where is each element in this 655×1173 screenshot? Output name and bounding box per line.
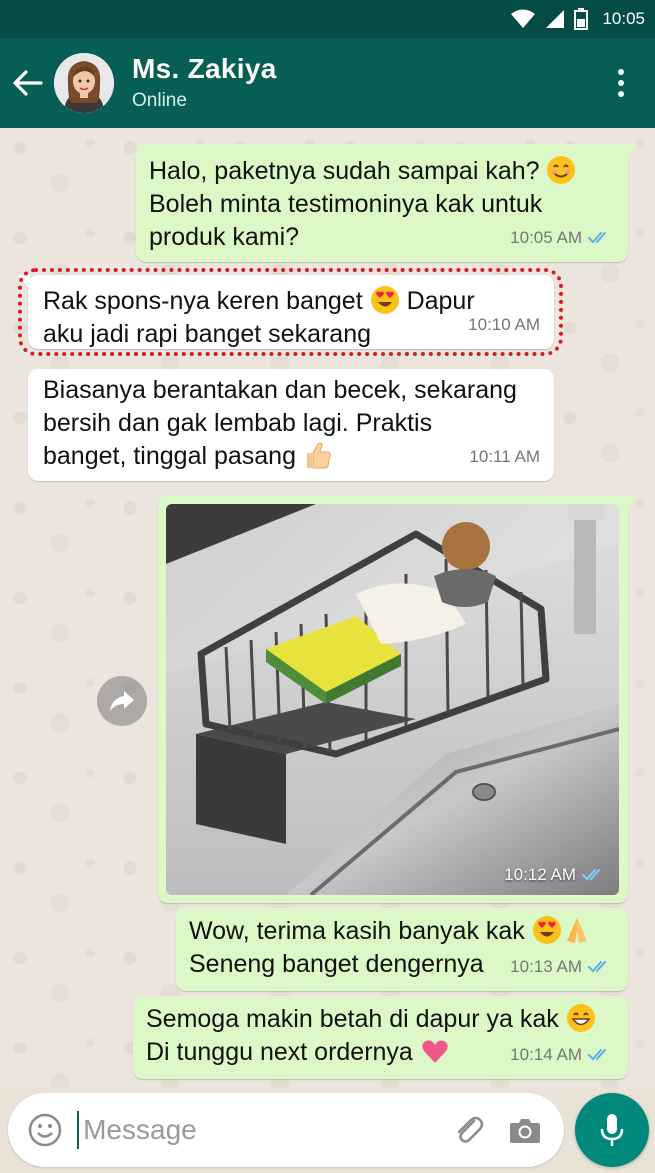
message-bubble-outgoing[interactable]: Wow, terima kasih banyak kak Seneng bang… xyxy=(176,908,628,991)
status-bar: 10:05 xyxy=(0,0,655,38)
chat-area[interactable]: Halo, paketnya sudah sampai kah? Boleh m… xyxy=(0,128,655,1088)
contact-status: Online xyxy=(132,89,187,111)
menu-dot-icon xyxy=(618,91,624,97)
forward-arrow-icon xyxy=(110,691,134,711)
message-time: 10:11 AM xyxy=(469,447,540,466)
message-line: bersih dan gak lembab lagi. Praktis xyxy=(43,409,433,437)
message-line: Biasanya berantakan dan becek, sekarang xyxy=(43,376,517,404)
folded-hands-emoji-icon xyxy=(562,915,592,945)
message-time: 10:05 AM xyxy=(510,228,582,247)
contact-info[interactable]: Ms. Zakiya Online xyxy=(132,53,601,112)
avatar[interactable] xyxy=(54,53,114,113)
message-line: banget, tinggal pasang xyxy=(43,440,540,473)
emoji-face-icon xyxy=(28,1113,61,1147)
camera-icon xyxy=(510,1119,541,1143)
message-line: Semoga makin betah di dapur ya kak xyxy=(146,1003,614,1036)
user-avatar-icon xyxy=(54,53,114,113)
more-options-button[interactable] xyxy=(601,53,641,113)
image-message-bubble[interactable]: 10:12 AM xyxy=(158,496,638,903)
smiling-face-emoji-icon xyxy=(546,155,576,185)
menu-dot-icon xyxy=(618,80,624,86)
message-meta: 10:12 AM xyxy=(504,858,608,891)
message-meta: 10:11 AM xyxy=(469,440,540,473)
arrow-left-icon xyxy=(13,70,43,96)
double-check-read-icon xyxy=(588,1048,606,1060)
heart-emoji-icon xyxy=(420,1036,450,1066)
emoji-button[interactable] xyxy=(16,1098,73,1162)
message-input[interactable] xyxy=(77,1111,445,1149)
forward-button[interactable] xyxy=(97,676,147,726)
status-time: 10:05 xyxy=(602,9,645,28)
thumbs-up-emoji-icon xyxy=(303,440,333,470)
back-button[interactable] xyxy=(2,53,54,113)
message-line: Halo, paketnya sudah sampai kah? xyxy=(149,155,614,188)
microphone-icon xyxy=(600,1114,624,1146)
wifi-icon xyxy=(511,9,536,28)
signal-icon xyxy=(546,10,565,28)
sink-rack-photo[interactable] xyxy=(166,504,619,895)
grinning-face-emoji-icon xyxy=(566,1003,596,1033)
bubble-tail xyxy=(626,496,638,510)
message-composer xyxy=(8,1093,564,1167)
message-bubble-incoming[interactable]: Biasanya berantakan dan becek, sekarang … xyxy=(28,369,554,481)
sink-sponge-rack-image xyxy=(166,504,619,895)
chat-header: Ms. Zakiya Online xyxy=(0,38,655,128)
battery-icon xyxy=(574,8,589,30)
attach-button[interactable] xyxy=(444,1098,494,1162)
highlight-annotation xyxy=(18,268,563,356)
message-bubble-outgoing[interactable]: Semoga makin betah di dapur ya kak Di tu… xyxy=(133,996,628,1079)
voice-record-button[interactable] xyxy=(575,1093,649,1167)
message-line: Boleh minta testimoninya kak untuk xyxy=(149,190,543,218)
menu-dot-icon xyxy=(618,69,624,75)
contact-name: Ms. Zakiya xyxy=(132,53,277,85)
double-check-read-icon xyxy=(588,231,606,243)
paperclip-icon xyxy=(457,1116,484,1143)
double-check-read-icon xyxy=(582,868,600,880)
message-line: Wow, terima kasih banyak kak xyxy=(189,915,614,948)
message-meta: 10:13 AM xyxy=(510,950,614,983)
message-meta: 10:14 AM xyxy=(510,1038,614,1071)
heart-eyes-emoji-icon xyxy=(532,915,562,945)
camera-button[interactable] xyxy=(500,1098,550,1162)
double-check-read-icon xyxy=(588,960,606,972)
message-time: 10:12 AM xyxy=(504,865,576,884)
bubble-tail xyxy=(626,144,638,158)
message-meta: 10:05 AM xyxy=(510,221,614,254)
message-time: 10:14 AM xyxy=(510,1045,582,1064)
message-time: 10:13 AM xyxy=(510,957,582,976)
message-bubble-outgoing[interactable]: Halo, paketnya sudah sampai kah? Boleh m… xyxy=(136,144,638,262)
